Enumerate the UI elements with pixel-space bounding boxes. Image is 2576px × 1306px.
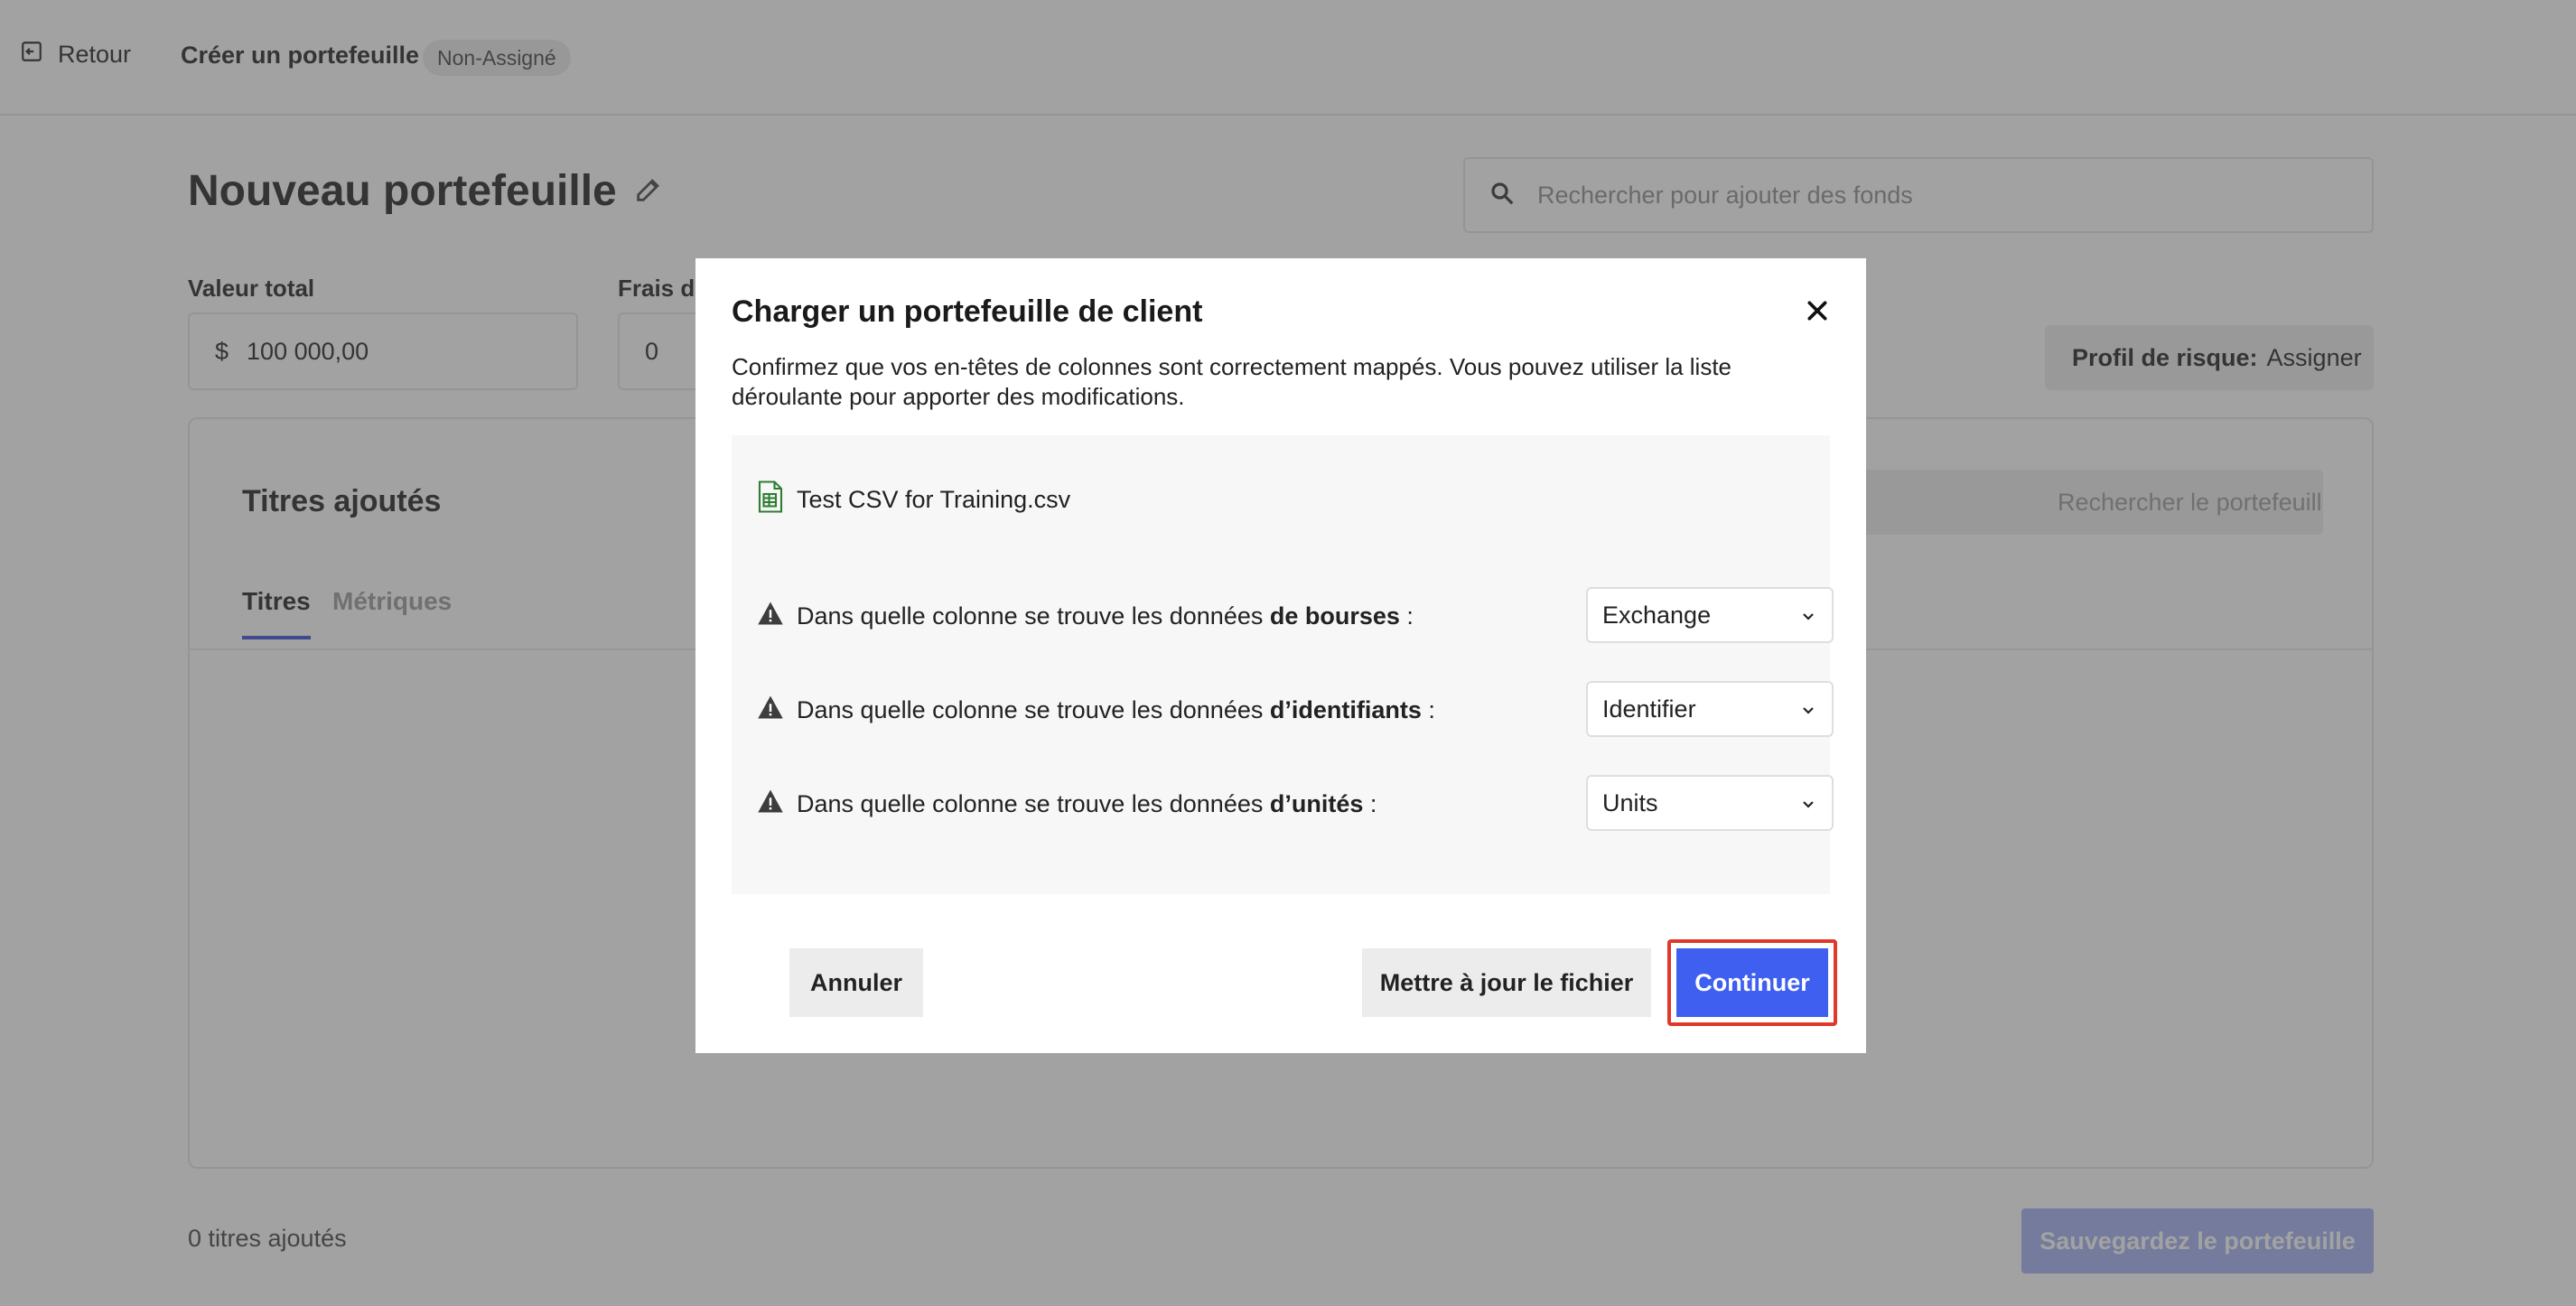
mapping-question: Dans quelle colonne se trouve les donnée… [757, 600, 1414, 633]
dropdown-value: Exchange [1602, 601, 1712, 629]
mapping-row-units: Dans quelle colonne se trouve les donnée… [757, 775, 1834, 831]
mapping-question: Dans quelle colonne se trouve les donnée… [757, 694, 1435, 727]
mapping-question: Dans quelle colonne se trouve les donnée… [757, 788, 1377, 821]
update-file-button[interactable]: Mettre à jour le fichier [1362, 948, 1651, 1017]
column-mapping-panel: Test CSV for Training.csv Dans quelle co… [732, 435, 1834, 894]
upload-portfolio-dialog: Charger un portefeuille de client Confir… [695, 258, 1866, 1053]
warning-icon [757, 600, 784, 633]
mapping-suffix: : [1363, 790, 1377, 817]
chevron-down-icon [1803, 801, 1814, 808]
dropdown-value: Identifier [1602, 695, 1696, 723]
continue-button[interactable]: Continuer [1676, 948, 1828, 1017]
dialog-description: Confirmez que vos en-têtes de colonnes s… [732, 353, 1732, 410]
dialog-title: Charger un portefeuille de client [732, 294, 1203, 329]
mapping-prefix: Dans quelle colonne se trouve les donnée… [797, 790, 1270, 817]
units-column-dropdown[interactable]: Units [1586, 775, 1834, 831]
warning-icon [757, 788, 784, 821]
chevron-down-icon [1803, 613, 1814, 620]
warning-icon [757, 694, 784, 727]
mapping-suffix: : [1421, 696, 1435, 723]
mapping-field: d’identifiants [1269, 696, 1422, 723]
file-info: Test CSV for Training.csv [757, 480, 1070, 519]
mapping-prefix: Dans quelle colonne se trouve les donnée… [797, 602, 1270, 630]
mapping-row-exchange: Dans quelle colonne se trouve les donnée… [757, 587, 1834, 643]
identifier-column-dropdown[interactable]: Identifier [1586, 681, 1834, 737]
spreadsheet-file-icon [757, 480, 784, 519]
close-icon[interactable] [1799, 293, 1835, 329]
mapping-suffix: : [1399, 602, 1414, 630]
file-name: Test CSV for Training.csv [797, 486, 1071, 513]
exchange-column-dropdown[interactable]: Exchange [1586, 587, 1834, 643]
dropdown-value: Units [1602, 788, 1658, 816]
mapping-field: d’unités [1269, 790, 1364, 817]
mapping-row-identifier: Dans quelle colonne se trouve les donnée… [757, 681, 1834, 737]
mapping-prefix: Dans quelle colonne se trouve les donnée… [797, 696, 1270, 723]
chevron-down-icon [1803, 707, 1814, 714]
mapping-field: de bourses [1269, 602, 1400, 630]
cancel-button[interactable]: Annuler [789, 948, 923, 1017]
